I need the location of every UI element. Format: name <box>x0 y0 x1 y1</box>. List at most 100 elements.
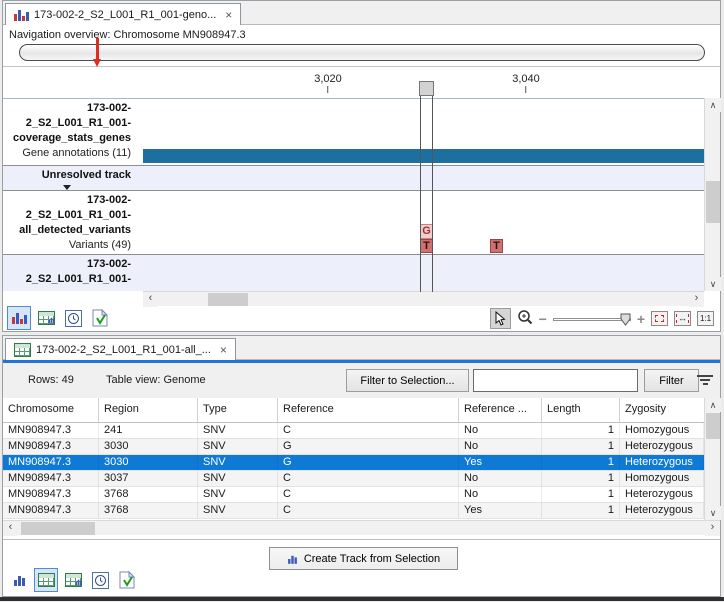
ruler-tick: 3,040 <box>512 73 540 93</box>
window-bottom-edge <box>0 597 724 601</box>
table-view-button[interactable] <box>34 306 58 330</box>
scroll-right-icon[interactable]: › <box>705 521 720 536</box>
scrollbar-thumb[interactable] <box>208 293 248 306</box>
tab-label: 173-002-2_S2_L001_R1_001-geno... <box>34 9 216 21</box>
element-info-button[interactable] <box>88 306 112 330</box>
scrollbar-thumb[interactable] <box>706 181 720 223</box>
table-row[interactable]: MN908947.33768SNVCYes1Heterozygous <box>3 503 704 519</box>
table-row[interactable]: MN908947.33037SNVCNo1Homozygous <box>3 471 704 487</box>
document-check-icon <box>92 309 108 327</box>
rows-count-label: Rows: 49 <box>28 374 74 386</box>
fit-width-icon: ↔ <box>676 314 689 323</box>
track-view-icon <box>14 9 29 21</box>
table-header: Chromosome Region Type Reference Referen… <box>3 398 704 423</box>
fit-width-button[interactable]: ↔ <box>674 311 691 326</box>
scroll-left-icon[interactable]: ‹ <box>143 292 158 307</box>
scroll-up-icon[interactable]: ∧ <box>705 98 721 112</box>
scroll-up-icon[interactable]: ∧ <box>705 398 721 412</box>
table-row[interactable]: MN908947.3241SNVCNo1Homozygous <box>3 423 704 439</box>
zoom-in-step-icon[interactable]: + <box>637 311 645 327</box>
column-header[interactable]: Type <box>198 398 278 423</box>
element-info-button[interactable] <box>115 568 139 592</box>
application-window: 173-002-2_S2_L001_R1_001-geno... × Navig… <box>0 0 724 602</box>
close-icon[interactable]: × <box>216 343 227 357</box>
selection-handle[interactable] <box>419 81 434 96</box>
history-view-button[interactable] <box>61 306 85 330</box>
divider <box>3 539 720 540</box>
column-header[interactable]: Chromosome <box>3 398 99 423</box>
track-horizontal-scrollbar[interactable]: ‹ › <box>143 291 704 306</box>
tab-genome-view[interactable]: 173-002-2_S2_L001_R1_001-geno... × <box>5 3 241 25</box>
table-icon <box>38 573 55 587</box>
column-header[interactable]: Zygosity <box>620 398 704 423</box>
ruler-tick: 3,020 <box>314 73 342 93</box>
scrollbar-thumb[interactable] <box>706 413 720 439</box>
filter-input[interactable] <box>473 369 638 392</box>
track-view-button[interactable] <box>7 306 31 330</box>
track-variants[interactable]: 173-002- 2_S2_L001_R1_001- all_detected_… <box>3 191 704 254</box>
dashed-selection-icon <box>655 315 664 322</box>
table-row-selected[interactable]: MN908947.33030SNVGYes1Heterozygous <box>3 455 704 471</box>
track-unresolved[interactable]: Unresolved track <box>3 166 704 190</box>
table-tabbar: 173-002-2_S2_L001_R1_001-all_... × <box>3 336 720 360</box>
track-read-mapping[interactable]: 173-002- 2_S2_L001_R1_001- <box>3 255 704 291</box>
clock-icon <box>92 572 109 589</box>
scroll-right-icon[interactable]: › <box>689 292 704 307</box>
column-header[interactable]: Length <box>542 398 620 423</box>
track-view-icon <box>14 574 25 586</box>
table-view-button[interactable] <box>34 568 58 592</box>
scrollbar-thumb[interactable] <box>21 522 95 535</box>
advanced-filter-icon[interactable] <box>697 375 713 387</box>
navigation-overview-bar[interactable] <box>19 44 705 61</box>
zoom-slider[interactable] <box>553 312 631 326</box>
scroll-down-icon[interactable]: ∨ <box>705 277 721 291</box>
table-chart-view-button[interactable] <box>61 568 85 592</box>
view-mode-toolbar <box>7 306 112 330</box>
table-body: MN908947.3241SNVCNo1Homozygous MN908947.… <box>3 423 704 519</box>
selection-cursor-button[interactable] <box>490 308 511 329</box>
variant-table-panel: 173-002-2_S2_L001_R1_001-all_... × Rows:… <box>2 335 721 597</box>
filter-button[interactable]: Filter <box>644 369 699 392</box>
table-icon <box>14 343 31 357</box>
zoom-slider-thumb[interactable] <box>620 313 631 326</box>
position-ruler: 3,020 3,040 <box>3 67 720 98</box>
selected-position-column[interactable] <box>419 81 434 292</box>
cursor-arrow-icon <box>494 311 506 326</box>
filter-to-selection-button[interactable]: Filter to Selection... <box>346 369 469 392</box>
track-icon <box>288 554 297 564</box>
navigation-overview-label: Navigation overview: Chromosome MN908947… <box>9 29 246 41</box>
tab-variant-table[interactable]: 173-002-2_S2_L001_R1_001-all_... × <box>5 338 236 360</box>
table-row[interactable]: MN908947.33768SNVCNo1Heterozygous <box>3 487 704 503</box>
table-chart-icon <box>38 311 55 325</box>
zoom-to-selection-button[interactable] <box>651 311 668 326</box>
create-track-from-selection-button[interactable]: Create Track from Selection <box>269 547 458 570</box>
track-vertical-scrollbar[interactable]: ∧ ∨ <box>704 98 720 291</box>
history-view-button[interactable] <box>88 568 112 592</box>
track-list: 173-002- 2_S2_L001_R1_001- coverage_stat… <box>3 98 704 291</box>
table-view-label: Table view: Genome <box>106 374 206 386</box>
genome-track-panel: 173-002-2_S2_L001_R1_001-geno... × Navig… <box>2 0 721 332</box>
track-gene-annotations[interactable]: 173-002- 2_S2_L001_R1_001- coverage_stat… <box>3 99 704 165</box>
track-view-icon <box>12 312 27 324</box>
clock-icon <box>65 310 82 327</box>
close-icon[interactable]: × <box>221 8 232 22</box>
table-vertical-scrollbar[interactable]: ∧ ∨ <box>704 398 720 520</box>
view-mode-toolbar <box>7 568 139 592</box>
table-horizontal-scrollbar[interactable]: ‹ › <box>3 520 720 535</box>
table-toolbar: Rows: 49 Table view: Genome Filter to Se… <box>3 363 720 398</box>
table-row[interactable]: MN908947.33030SNVGNo1Heterozygous <box>3 439 704 455</box>
variant-marker-T[interactable]: T <box>490 239 503 253</box>
column-header[interactable]: Region <box>99 398 198 423</box>
column-header[interactable]: Reference ... <box>459 398 542 423</box>
zoom-100-button[interactable]: 1:1 <box>697 311 714 326</box>
zoom-toolbar: − + ↔ 1:1 <box>490 306 714 331</box>
zoom-out-icon[interactable]: − <box>539 311 547 327</box>
track-view-button[interactable] <box>7 568 31 592</box>
scroll-down-icon[interactable]: ∨ <box>705 506 721 520</box>
top-tabbar: 173-002-2_S2_L001_R1_001-geno... × <box>3 1 720 25</box>
scroll-left-icon[interactable]: ‹ <box>3 521 18 536</box>
navigation-position-marker[interactable] <box>93 38 102 67</box>
column-header[interactable]: Reference <box>278 398 459 423</box>
document-check-icon <box>119 571 135 589</box>
zoom-in-button[interactable] <box>517 309 533 328</box>
